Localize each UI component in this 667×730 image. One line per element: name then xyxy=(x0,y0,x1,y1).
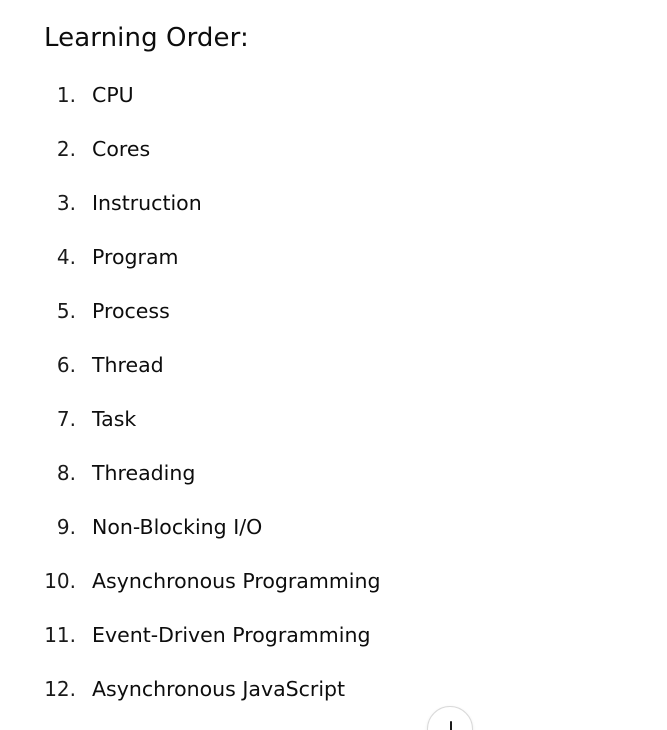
list-item-label: Cores xyxy=(92,137,151,161)
list-item-number: 9. xyxy=(56,515,76,539)
arrow-down-icon xyxy=(450,721,452,730)
list-item-number: 2. xyxy=(56,137,76,161)
list-item-label: Task xyxy=(92,407,137,431)
list-item-label: Asynchronous JavaScript xyxy=(92,677,346,701)
list-item-label: Non-Blocking I/O xyxy=(92,515,263,539)
list-item-label: Thread xyxy=(92,353,164,377)
list-item-number: 11. xyxy=(44,623,76,647)
list-item-label: Program xyxy=(92,245,179,269)
list-item-label: Instruction xyxy=(92,191,202,215)
list-item-label: Process xyxy=(92,299,170,323)
list-item-number: 12. xyxy=(44,677,76,701)
list-item-number: 4. xyxy=(56,245,76,269)
list-item-number: 5. xyxy=(56,299,76,323)
scroll-to-bottom-button[interactable] xyxy=(427,706,473,730)
section-heading: Learning Order: xyxy=(44,23,249,53)
list-item-label: Threading xyxy=(92,461,196,485)
list-item-number: 1. xyxy=(56,83,76,107)
list-item-number: 7. xyxy=(56,407,76,431)
list-item-number: 3. xyxy=(56,191,76,215)
list-item-label: CPU xyxy=(92,83,134,107)
list-item-label: Asynchronous Programming xyxy=(92,569,381,593)
list-item-number: 6. xyxy=(56,353,76,377)
list-item-number: 8. xyxy=(56,461,76,485)
list-item-number: 10. xyxy=(44,569,76,593)
list-item-label: Event-Driven Programming xyxy=(92,623,371,647)
